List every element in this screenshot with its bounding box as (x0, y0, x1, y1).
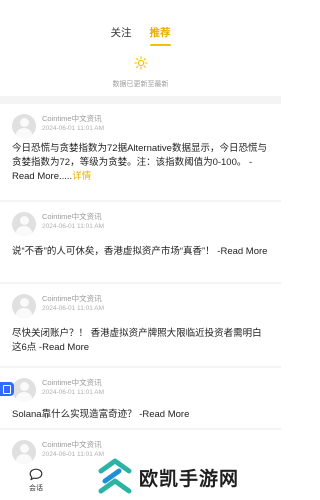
news-text: 说“不香”的人可休矣，香港虚拟资产市场“真香”！ -Read More (12, 246, 268, 257)
news-text: Solana靠什么实现造富奇迹？ -Read More (12, 409, 190, 420)
refresh-status-text: 数据已更新至最新 (112, 81, 169, 88)
avatar[interactable] (12, 440, 36, 464)
chat-bubble-icon (29, 468, 43, 481)
source-name: Cointime中文资讯 (42, 114, 102, 123)
news-card[interactable]: Cointime中文资讯 2024-06-01 11:01 AM Solana靠… (0, 368, 281, 428)
post-time: 2024-06-01 11:01 AM (42, 125, 105, 132)
news-text-content: 今日恐慌与贪婪指数为72据Alternative数据显示，今日恐慌与贪婪指数为7… (12, 143, 267, 182)
source-name: Cointime中文资讯 (42, 294, 102, 303)
watermark: 欧凯手游网 (95, 454, 281, 500)
avatar[interactable] (12, 212, 36, 236)
avatar[interactable] (12, 294, 36, 318)
card-meta: Cointime中文资讯 2024-06-01 11:01 AM (12, 294, 269, 318)
top-tabs: 关注 推荐 (0, 24, 281, 46)
news-card[interactable]: Cointime中文资讯 2024-06-01 11:01 AM 今日恐慌与贪婪… (0, 104, 281, 200)
source-name: Cointime中文资讯 (42, 378, 102, 387)
sun-icon (133, 56, 148, 70)
tab-following[interactable]: 关注 (109, 24, 134, 44)
card-meta: Cointime中文资讯 2024-06-01 11:01 AM (12, 212, 269, 236)
source-name: Cointime中文资讯 (42, 440, 102, 449)
news-text: 尽快关闭账户？！ 香港虚拟资产牌照大限临近投资者需明白这6点 -Read Mor… (12, 328, 262, 353)
watermark-text: 欧凯手游网 (139, 468, 240, 490)
source-name: Cointime中文资讯 (42, 212, 102, 221)
card-meta: Cointime中文资讯 2024-06-01 11:01 AM (12, 378, 269, 402)
news-text: 今日恐慌与贪婪指数为72据Alternative数据显示，今日恐慌与贪婪指数为7… (12, 142, 269, 184)
news-feed[interactable]: Cointime中文资讯 2024-06-01 11:01 AM 今日恐慌与贪婪… (0, 96, 281, 500)
post-time: 2024-06-01 11:01 AM (42, 223, 105, 230)
post-time: 2024-06-01 11:01 AM (42, 305, 105, 312)
news-card[interactable]: Cointime中文资讯 2024-06-01 11:01 AM 尽快关闭账户？… (0, 284, 281, 366)
refresh-notice: 数据已更新至最新 (0, 56, 281, 89)
post-time: 2024-06-01 11:01 AM (42, 389, 105, 396)
news-card[interactable]: Cointime中文资讯 2024-06-01 11:01 AM 说“不香”的人… (0, 202, 281, 282)
card-meta: Cointime中文资讯 2024-06-01 11:01 AM (12, 114, 269, 138)
avatar[interactable] (12, 114, 36, 138)
watermark-logo-icon (98, 458, 132, 494)
floating-side-icon[interactable] (0, 382, 14, 396)
nav-label-chat: 会话 (29, 485, 43, 492)
tab-recommended[interactable]: 推荐 (148, 24, 173, 46)
avatar[interactable] (12, 378, 36, 402)
detail-link[interactable]: 详情 (72, 171, 91, 182)
nav-item-chat[interactable]: 会话 (22, 468, 50, 493)
